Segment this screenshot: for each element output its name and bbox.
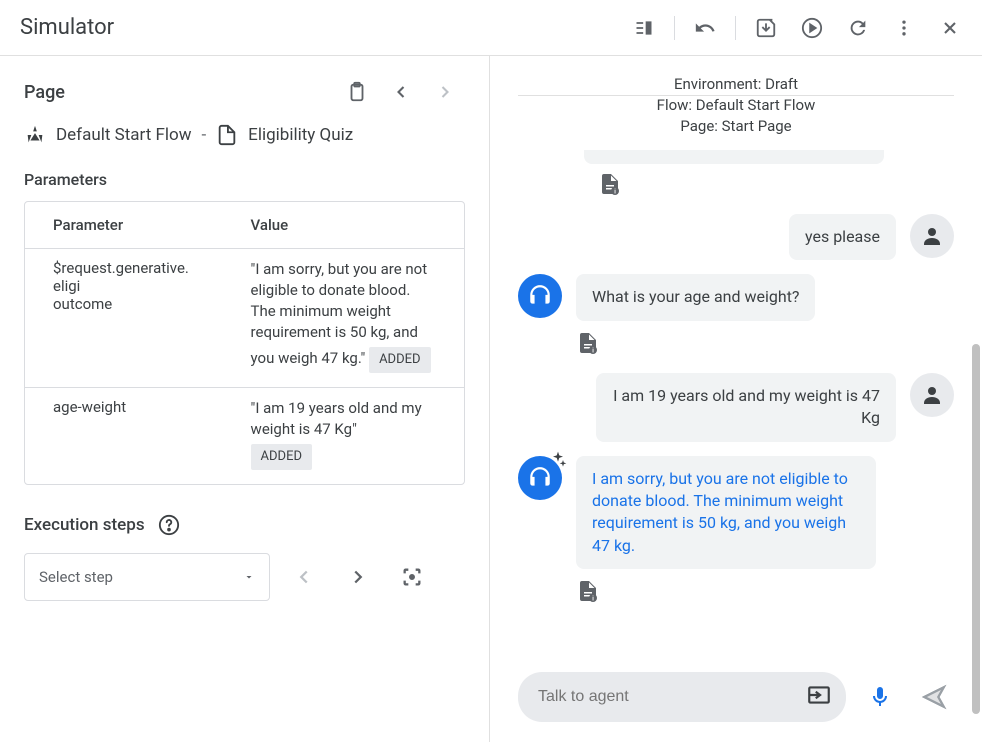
user-message: yes please [789,214,896,260]
message-row-user: yes please [518,214,954,260]
submit-arrow-icon[interactable] [806,682,832,712]
user-avatar [910,373,954,417]
step-next-icon[interactable] [338,557,378,597]
page-next-icon[interactable] [425,72,465,112]
mic-icon[interactable] [860,677,900,717]
divider [674,16,675,40]
step-prev-icon[interactable] [284,557,324,597]
save-icon[interactable] [746,8,786,48]
env-info: Environment: Draft Flow: Default Start F… [490,56,982,149]
table-row: age-weight "I am 19 years old and my wei… [25,388,464,485]
breadcrumb-separator: - [201,125,206,145]
parameters-table: Parameter Value $request.generative.elig… [24,201,465,485]
breadcrumb: Default Start Flow - Eligibility Quiz [24,124,465,146]
undo-icon[interactable] [685,8,725,48]
divider [735,16,736,40]
env-line: Environment: Draft [490,74,982,95]
detail-icon[interactable]: i [576,579,600,603]
added-badge: ADDED [251,444,312,470]
dropdown-icon [243,571,255,583]
right-panel: Environment: Draft Flow: Default Start F… [490,56,982,742]
sparkle-icon [548,450,568,474]
page-line: Page: Start Page [490,116,982,137]
message-row-agent-generative: I am sorry, but you are not eligible to … [518,456,954,608]
input-bar [490,660,982,742]
step-placeholder: Select step [39,568,113,586]
header-actions [624,8,970,48]
help-icon[interactable] [157,513,181,537]
chat-area: i yes please What is your age and weight… [490,150,982,660]
param-value: "I am 19 years old and my weight is 47 K… [223,388,464,485]
user-message: I am 19 years old and my weight is 47 Kg [596,373,896,442]
step-select[interactable]: Select step [24,553,270,601]
breadcrumb-flow: Default Start Flow [56,125,191,145]
agent-message: What is your age and weight? [576,274,815,320]
panel-toggle-icon[interactable] [624,8,664,48]
focus-icon[interactable] [392,557,432,597]
agent-avatar [518,274,562,318]
flow-icon [24,124,46,146]
clipboard-icon[interactable] [337,72,377,112]
agent-message-generative: I am sorry, but you are not eligible to … [576,456,876,570]
send-icon[interactable] [914,677,954,717]
left-panel: Page Default Start Flow - Eligibility Qu… [0,56,490,742]
added-badge: ADDED [369,347,430,373]
agent-avatar-generative [518,456,562,500]
param-name: age-weight [25,388,223,485]
page-icon [216,124,238,146]
flow-line: Flow: Default Start Flow [490,95,982,116]
close-icon[interactable] [930,8,970,48]
scrollbar[interactable] [972,344,982,714]
execution-steps-label: Execution steps [24,515,145,535]
play-icon[interactable] [792,8,832,48]
more-icon[interactable] [884,8,924,48]
param-name: $request.generative.eligioutcome [25,249,223,388]
message-row-user: I am 19 years old and my weight is 47 Kg [518,373,954,442]
truncated-message [584,150,884,164]
param-value: "I am sorry, but you are not eligible to… [223,249,464,388]
simulator-title: Simulator [20,15,114,40]
message-row-agent: What is your age and weight? i [518,274,954,358]
detail-icon[interactable]: i [576,331,600,355]
chat-input[interactable] [538,688,806,706]
col-parameter: Parameter [25,202,223,249]
header: Simulator [0,0,982,56]
breadcrumb-page: Eligibility Quiz [248,125,353,145]
user-avatar [910,214,954,258]
parameters-label: Parameters [24,170,465,189]
refresh-icon[interactable] [838,8,878,48]
chat-input-pill[interactable] [518,672,846,722]
page-section-label: Page [24,82,65,103]
page-prev-icon[interactable] [381,72,421,112]
table-row: $request.generative.eligioutcome "I am s… [25,249,464,388]
detail-icon[interactable]: i [598,172,622,196]
col-value: Value [223,202,464,249]
